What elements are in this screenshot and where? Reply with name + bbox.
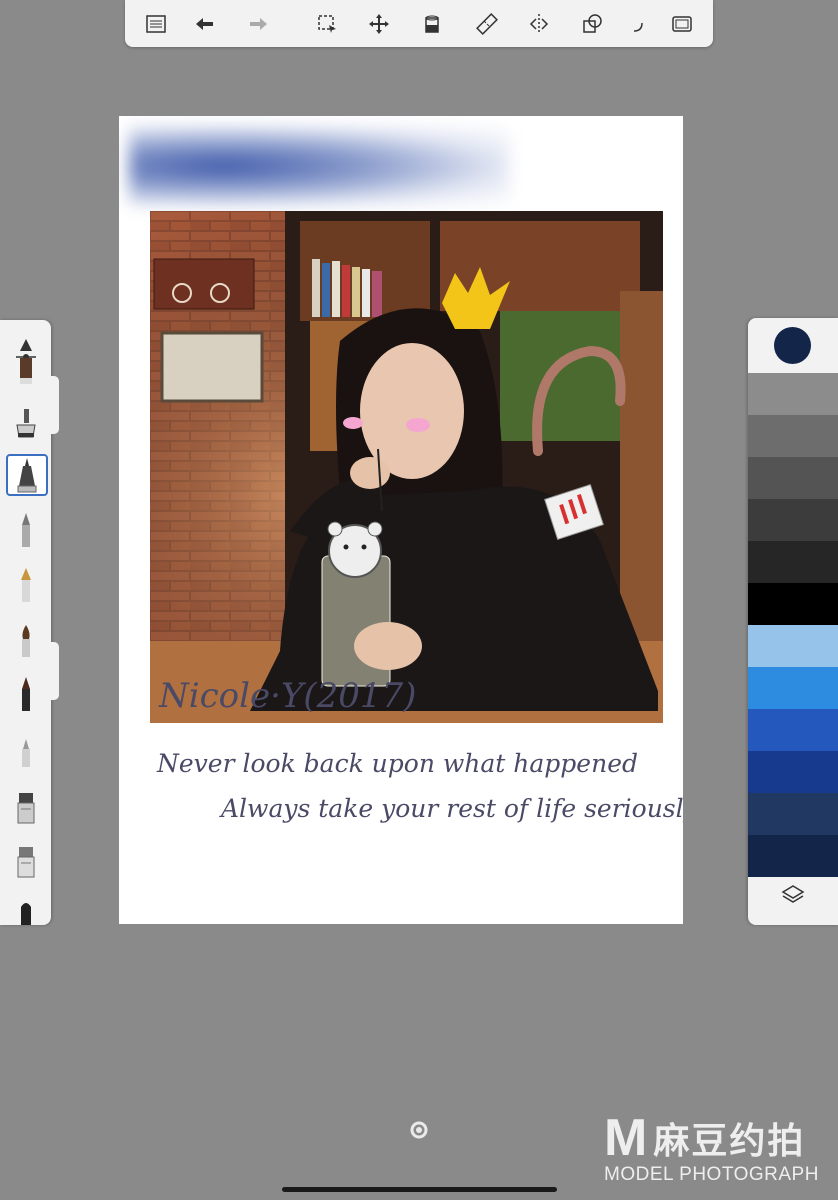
- color-swatch[interactable]: [748, 625, 838, 667]
- brush-chisel[interactable]: [6, 892, 46, 925]
- move-arrows-icon: [369, 14, 389, 34]
- layers-icon: [781, 885, 805, 903]
- watermark: M 麻豆约拍 MODEL PHOTOGRAPH: [604, 1108, 818, 1185]
- curve-button[interactable]: [622, 9, 652, 39]
- drawing-canvas[interactable]: Nicole·Y(2017) Never look back upon what…: [119, 116, 683, 924]
- brush-inkpot[interactable]: [6, 400, 46, 444]
- color-swatch[interactable]: [748, 457, 838, 499]
- current-color-puck[interactable]: [774, 327, 811, 364]
- brush-fineliner[interactable]: [6, 454, 48, 496]
- color-swatch[interactable]: [748, 793, 838, 835]
- caption-line-1: Never look back upon what happened: [157, 749, 638, 778]
- fineliner-icon: [17, 458, 37, 493]
- color-swatch[interactable]: [748, 583, 838, 625]
- redo-button[interactable]: [244, 9, 274, 39]
- watermark-chinese-text: 麻豆约拍: [653, 1121, 806, 1162]
- signature-text: Nicole·Y(2017): [159, 676, 417, 716]
- redo-arrow-icon: [250, 18, 267, 30]
- fill-button[interactable]: [417, 9, 447, 39]
- color-swatch[interactable]: [748, 835, 838, 877]
- home-indicator[interactable]: [282, 1187, 557, 1192]
- watermark-english-text: MODEL PHOTOGRAPH: [604, 1164, 819, 1185]
- ruler-button[interactable]: [472, 9, 502, 39]
- symmetry-icon: [529, 14, 549, 34]
- color-swatch[interactable]: [748, 667, 838, 709]
- paint-bucket-icon: [425, 15, 439, 33]
- shapes-icon: [583, 14, 602, 33]
- menu-button[interactable]: [141, 9, 171, 39]
- brush-library-panel: [0, 320, 51, 925]
- undo-button[interactable]: [189, 9, 219, 39]
- list-icon: [146, 15, 166, 33]
- marker-icon: [17, 793, 35, 824]
- brush-panel-tab-lower[interactable]: [51, 642, 59, 700]
- selection-icon: [318, 15, 336, 33]
- undo-arrow-icon: [196, 18, 213, 30]
- brush-fountain-pen[interactable]: [6, 563, 46, 607]
- top-toolbar: [125, 0, 713, 47]
- brush-pencil[interactable]: [6, 508, 46, 552]
- marker-icon: [20, 358, 32, 384]
- color-swatch[interactable]: [748, 415, 838, 457]
- brush-airbrush[interactable]: [6, 728, 46, 772]
- fountain-pen-icon: [21, 568, 31, 602]
- fullscreen-icon: [672, 16, 692, 32]
- brush-round[interactable]: [6, 672, 46, 716]
- color-swatch[interactable]: [748, 541, 838, 583]
- transform-button[interactable]: [364, 9, 394, 39]
- color-swatch[interactable]: [748, 709, 838, 751]
- brush-paintbrush[interactable]: [6, 618, 46, 662]
- round-brush-icon: [22, 677, 30, 711]
- marker-icon: [17, 847, 35, 878]
- selection-button[interactable]: [312, 9, 342, 39]
- color-swatch[interactable]: [748, 373, 838, 415]
- layers-button[interactable]: [778, 880, 808, 910]
- brush-panel-tab-upper[interactable]: [51, 376, 59, 434]
- shapes-button[interactable]: [577, 9, 607, 39]
- brush-marker-top[interactable]: [6, 358, 46, 388]
- sync-icon: [409, 1120, 429, 1140]
- color-panel: [748, 318, 838, 925]
- brush-marker-a[interactable]: [6, 784, 46, 828]
- color-swatch[interactable]: [748, 499, 838, 541]
- paintbrush-icon: [22, 625, 30, 657]
- watermark-logo: M: [604, 1109, 648, 1167]
- caption-line-2: Always take your rest of life seriously: [221, 794, 683, 823]
- airbrush-icon: [22, 739, 30, 767]
- ink-pot-icon: [16, 409, 36, 438]
- color-swatch[interactable]: [748, 751, 838, 793]
- chisel-icon: [21, 903, 31, 925]
- fullscreen-button[interactable]: [667, 9, 697, 39]
- photo-image: [150, 211, 663, 723]
- symmetry-button[interactable]: [524, 9, 554, 39]
- ruler-icon: [476, 13, 498, 35]
- blue-brush-stroke: [129, 126, 509, 206]
- brush-marker-b[interactable]: [6, 838, 46, 882]
- pencil-icon: [22, 513, 30, 547]
- curve-icon: [633, 22, 643, 32]
